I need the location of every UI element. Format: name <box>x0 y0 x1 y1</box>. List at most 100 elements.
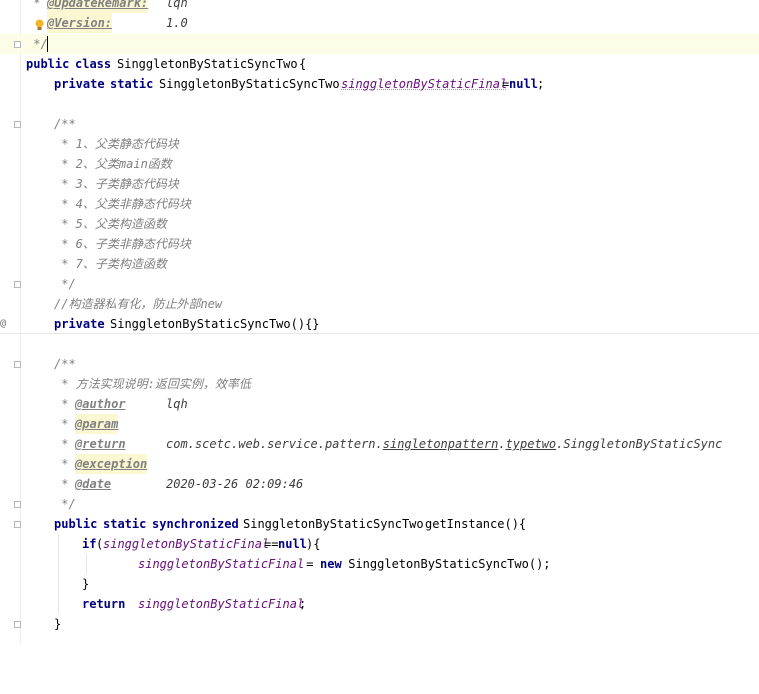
keyword: private <box>54 317 105 331</box>
doc-comment-line: * 3、子类静态代码块 <box>54 177 179 191</box>
return-pkg-segment: singletonpattern <box>382 437 499 451</box>
code-line: /** <box>0 354 759 374</box>
doc-tag: @UpdateRemark: <box>47 0 149 13</box>
fold-icon[interactable] <box>14 41 21 48</box>
text-caret <box>47 36 48 52</box>
code-line-current: */ <box>0 34 759 54</box>
keyword: null <box>509 77 538 91</box>
doc-tag-value: 2020-03-26 02:09:46 <box>166 477 304 491</box>
doc-tag-value: lqh <box>166 0 188 10</box>
fold-icon[interactable] <box>14 621 21 628</box>
keyword: synchronized <box>152 517 239 531</box>
code-line: * @exception <box>0 454 759 474</box>
doc-comment-line: * 2、父类main函数 <box>54 157 172 171</box>
return-pkg-segment: .SinggletonByStaticSync <box>556 437 723 451</box>
operator: = <box>299 557 321 571</box>
code-line: */ <box>0 274 759 294</box>
doc-tag: @author <box>75 397 126 411</box>
code-line: if ( singgletonByStaticFinal == null ){ <box>0 534 759 554</box>
code-line: * @author lqh <box>0 394 759 414</box>
code-line: private SinggletonByStaticSyncTwo(){} <box>0 314 759 334</box>
doc-comment-close: */ <box>54 277 76 291</box>
code-line: * 1、父类静态代码块 <box>0 134 759 154</box>
constructor-call: SinggletonByStaticSyncTwo(); <box>341 557 551 571</box>
comment-star: * <box>54 437 76 451</box>
keyword: class <box>75 57 112 71</box>
code-line: //构造器私有化，防止外部new <box>0 294 759 314</box>
doc-tag-value: lqh <box>166 397 188 411</box>
code-line: * 4、父类非静态代码块 <box>0 194 759 214</box>
comment-star: * <box>54 397 76 411</box>
code-line: public static synchronized SinggletonByS… <box>0 514 759 534</box>
paren: ){ <box>306 537 321 551</box>
line-comment: //构造器私有化，防止外部new <box>54 297 223 311</box>
field-name: singgletonByStaticFinal <box>103 537 270 551</box>
doc-tag: @return <box>75 437 126 451</box>
keyword: if <box>82 537 97 551</box>
comment-close: */ <box>26 37 48 51</box>
comment-star: * <box>54 477 76 491</box>
code-line: @Version: 1.0 <box>0 13 759 33</box>
code-line: * 5、父类构造函数 <box>0 214 759 234</box>
code-line: } <box>0 614 759 634</box>
code-line: /** <box>0 114 759 134</box>
return-pkg-segment: com.scetc.web.service.pattern. <box>166 437 383 451</box>
code-line: * @UpdateRemark: lqh <box>0 0 759 13</box>
doc-tag: @date <box>75 477 112 491</box>
keyword: public <box>54 517 98 531</box>
code-line: } <box>0 574 759 594</box>
doc-comment-open: /** <box>54 117 76 131</box>
doc-comment-line: * 7、子类构造函数 <box>54 257 167 271</box>
code-line: return singgletonByStaticFinal ; <box>0 594 759 614</box>
doc-comment-line: * 1、父类静态代码块 <box>54 137 179 151</box>
doc-tag: @Version: <box>47 13 113 33</box>
constructor-signature: SinggletonByStaticSyncTwo(){} <box>110 317 320 331</box>
keyword: null <box>278 537 307 551</box>
class-name: SinggletonByStaticSyncTwo <box>117 57 298 71</box>
code-line: * 2、父类main函数 <box>0 154 759 174</box>
doc-comment-line: * 方法实现说明:返回实例，效率低 <box>54 377 251 391</box>
code-line: * 方法实现说明:返回实例，效率低 <box>0 374 759 394</box>
doc-tag: @exception <box>75 454 148 474</box>
doc-comment-line: * 4、父类非静态代码块 <box>54 197 191 211</box>
field-name: singgletonByStaticFinal <box>138 597 305 611</box>
keyword: public <box>26 57 70 71</box>
code-area[interactable]: * @UpdateRemark: lqh @Version: 1.0 */ pu… <box>0 0 759 644</box>
doc-comment-close: */ <box>54 497 76 511</box>
comment-star: * <box>26 0 48 10</box>
field-name: singgletonByStaticFinal <box>341 77 508 91</box>
keyword: static <box>110 77 154 91</box>
keyword: static <box>103 517 147 531</box>
keyword: private <box>54 77 105 91</box>
doc-tag: @param <box>75 414 119 434</box>
code-line: * 7、子类构造函数 <box>0 254 759 274</box>
comment-star: * <box>54 417 76 431</box>
comment-star: * <box>54 457 76 471</box>
code-line: * @date 2020-03-26 02:09:46 <box>0 474 759 494</box>
doc-comment-line: * 5、父类构造函数 <box>54 217 167 231</box>
type-name: SinggletonByStaticSyncTwo <box>159 77 340 91</box>
return-pkg-segment: typetwo <box>505 437 557 451</box>
code-line: public class SinggletonByStaticSyncTwo { <box>0 54 759 74</box>
code-line: * 3、子类静态代码块 <box>0 174 759 194</box>
code-line: */ <box>0 494 759 514</box>
semicolon: ; <box>537 77 545 91</box>
doc-comment-open: /** <box>54 357 76 371</box>
brace: { <box>299 57 307 71</box>
fold-icon[interactable] <box>14 501 21 508</box>
doc-tag-value: com.scetc.web.service.pattern.singletonp… <box>166 434 722 454</box>
code-line: * @return com.scetc.web.service.pattern.… <box>0 434 759 454</box>
field-name: singgletonByStaticFinal <box>138 557 305 571</box>
fold-icon[interactable] <box>14 521 21 528</box>
keyword: new <box>320 557 342 571</box>
return-pkg-segment: . <box>498 437 506 451</box>
operator: == <box>264 537 279 551</box>
method-signature: getInstance(){ <box>425 517 527 531</box>
doc-comment-line: * 6、子类非静态代码块 <box>54 237 191 251</box>
type-name: SinggletonByStaticSyncTwo <box>243 517 424 531</box>
fold-icon[interactable] <box>14 281 21 288</box>
code-line: private static SinggletonByStaticSyncTwo… <box>0 74 759 94</box>
doc-tag-value: 1.0 <box>166 16 188 30</box>
brace: } <box>82 577 90 591</box>
code-line: singgletonByStaticFinal = new Singgleton… <box>0 554 759 574</box>
